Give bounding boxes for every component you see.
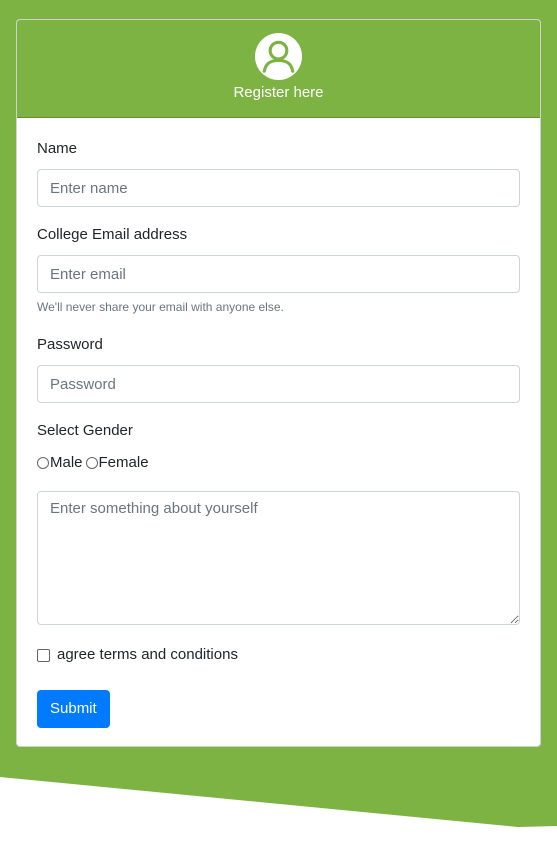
terms-checkbox[interactable] xyxy=(37,648,50,662)
email-hint: We'll never share your email with anyone… xyxy=(37,300,284,314)
terms-row: agree terms and conditions xyxy=(37,645,520,665)
submit-button[interactable]: Submit xyxy=(37,690,110,728)
gender-male-radio[interactable] xyxy=(37,457,49,469)
terms-label: agree terms and conditions xyxy=(57,646,238,663)
password-input[interactable] xyxy=(37,365,520,403)
card-header: Register here xyxy=(17,20,540,118)
gender-female-radio[interactable] xyxy=(85,457,98,469)
register-card: Register here Name College Email address… xyxy=(16,19,541,747)
registration-form: Name College Email address We'll never s… xyxy=(17,139,540,728)
name-input[interactable] xyxy=(37,169,520,207)
password-label: Password xyxy=(37,336,103,353)
email-label: College Email address xyxy=(37,226,188,243)
about-textarea[interactable] xyxy=(37,491,520,625)
header-title: Register here xyxy=(233,84,324,101)
gender-options: Male Female xyxy=(37,453,520,473)
gender-female-label: Female xyxy=(98,454,149,471)
gender-male-label: Male xyxy=(50,454,83,471)
name-label: Name xyxy=(37,140,78,157)
user-avatar-icon xyxy=(254,32,303,81)
gender-label: Select Gender xyxy=(37,422,133,439)
email-input[interactable] xyxy=(37,255,520,293)
